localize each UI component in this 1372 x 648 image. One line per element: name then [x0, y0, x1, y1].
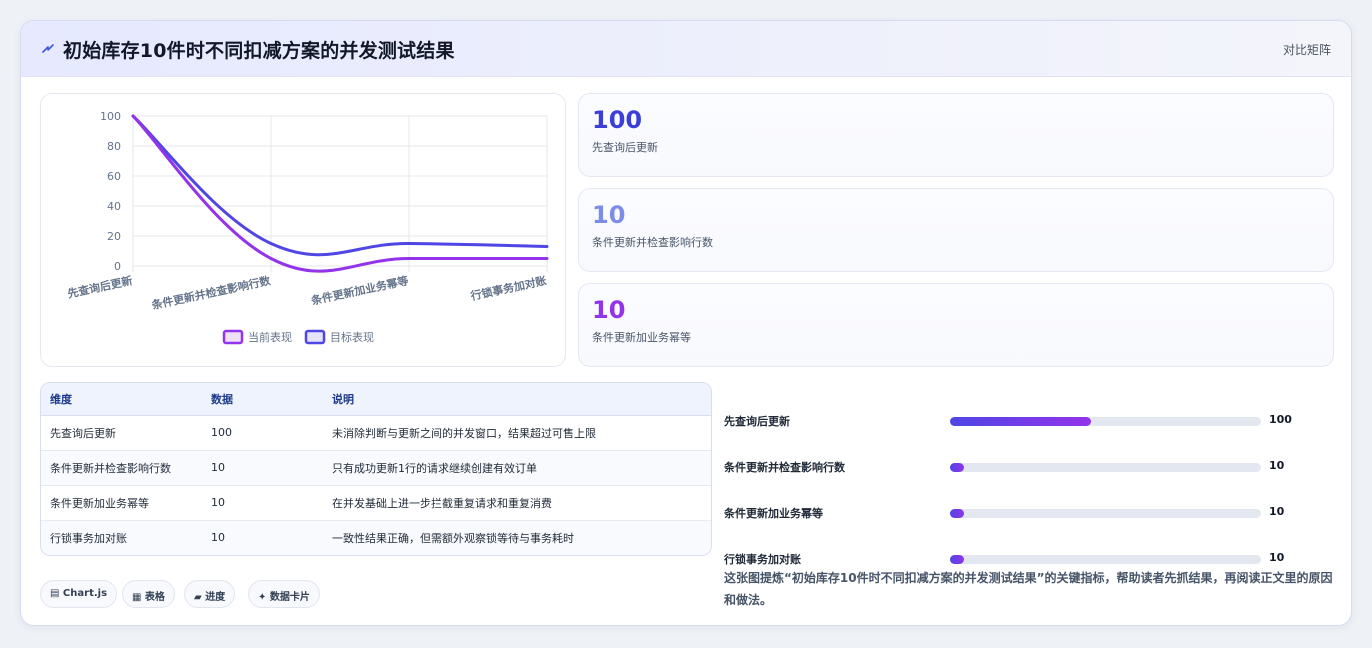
series-line	[131, 114, 549, 257]
table-header-cell: 数据	[202, 383, 323, 416]
y-tick-label: 40	[107, 200, 121, 213]
stat-card: 10 条件更新并检查影响行数	[578, 188, 1334, 272]
y-tick-label: 0	[114, 260, 121, 273]
result-card: 初始库存10件时不同扣减方案的并发测试结果 对比矩阵 0 20 40 60 80 100 先…	[20, 20, 1352, 626]
legend-swatch	[304, 329, 326, 345]
y-tick-label: 80	[107, 140, 121, 153]
table-cell: 10	[202, 449, 323, 485]
legend-label: 当前表现	[248, 330, 292, 344]
progress-list: 先查询后更新 100 条件更新并检查影响行数 10 条件更新加业务幂等 10 行锁事务加对账…	[724, 382, 1334, 566]
stat-value: 100	[592, 106, 643, 134]
stat-card: 100 先查询后更新	[578, 93, 1334, 177]
stat-label: 条件更新加业务幂等	[592, 331, 691, 344]
tag-chip[interactable]: ▦ 表格	[122, 580, 175, 608]
x-tick-label: 行锁事务加对账	[468, 273, 547, 303]
stat-card: 10 条件更新加业务幂等	[578, 283, 1334, 367]
table-row: 条件更新并检查影响行数 10 只有成功更新1行的请求继续创建有效订单	[41, 449, 711, 485]
table-cell: 10	[202, 484, 323, 520]
x-tick-label: 条件更新并检查影响行数	[149, 273, 272, 312]
table-row: 先查询后更新 100 未消除判断与更新之间的并发窗口，结果超过可售上限	[41, 415, 711, 450]
legend-label: 目标表现	[330, 330, 374, 344]
progress-value: 10	[1269, 505, 1285, 518]
series-line	[131, 114, 549, 273]
tag-chip[interactable]: ✦ 数据卡片	[248, 580, 320, 608]
progress-track	[950, 417, 1261, 426]
table-header-row: 维度 数据 说明	[41, 383, 711, 416]
table-cell: 100	[211, 426, 232, 439]
stat-value: 10	[592, 296, 626, 324]
table-cell: 一致性结果正确，但需额外观察锁等待与事务耗时	[323, 519, 711, 555]
line-chart: 0 20 40 60 80 100 先查询后更新 条件更新并检查影响行数 条件更新加业务幂等 行锁…	[66, 110, 549, 345]
progress-track	[950, 509, 1261, 518]
y-tick-label: 20	[107, 230, 121, 243]
progress-value: 100	[1269, 413, 1292, 426]
progress-row: 先查询后更新 100	[724, 410, 1334, 430]
progress-row: 条件更新加业务幂等 10	[724, 502, 1334, 522]
stat-value: 10	[592, 201, 626, 229]
table-cell: 10	[202, 519, 323, 555]
x-tick-label: 条件更新加业务幂等	[309, 273, 410, 307]
progress-track	[950, 555, 1261, 564]
progress-row: 行锁事务加对账 10	[724, 548, 1334, 568]
table-row: 行锁事务加对账 10 一致性结果正确，但需额外观察锁等待与事务耗时	[41, 519, 711, 555]
table-cell: 在并发基础上进一步拦截重复请求和重复消费	[323, 484, 711, 520]
table-cell: 行锁事务加对账	[41, 519, 202, 555]
compare-matrix-link[interactable]: 对比矩阵	[1283, 41, 1331, 58]
data-table-panel: 维度 数据 说明 先查询后更新 100 未消除判断与更新之间的并发窗口，结果超过…	[40, 382, 712, 556]
y-tick-label: 60	[107, 170, 121, 183]
page-title: 初始库存10件时不同扣减方案的并发测试结果	[63, 40, 455, 62]
progress-fill	[950, 417, 1092, 426]
legend-swatch	[222, 329, 244, 345]
table-cell: 条件更新并检查影响行数	[41, 449, 202, 485]
progress-label: 条件更新并检查影响行数	[724, 461, 845, 474]
card-header: 初始库存10件时不同扣减方案的并发测试结果 对比矩阵	[21, 21, 1351, 77]
table-row: 条件更新加业务幂等 10 在并发基础上进一步拦截重复请求和重复消费	[41, 484, 711, 520]
y-tick-label: 100	[100, 110, 121, 123]
table-cell: 未消除判断与更新之间的并发窗口，结果超过可售上限	[332, 426, 596, 440]
progress-fill	[950, 555, 965, 564]
progress-value: 10	[1269, 459, 1285, 472]
table-header-cell: 说明	[323, 383, 711, 416]
stat-label: 先查询后更新	[592, 141, 658, 154]
stat-label: 条件更新并检查影响行数	[592, 236, 713, 249]
line-chart-panel: 0 20 40 60 80 100 先查询后更新 条件更新并检查影响行数 条件更新加业务幂等 行锁…	[40, 93, 566, 367]
table-cell: 先查询后更新	[50, 426, 116, 440]
progress-fill	[950, 463, 965, 472]
progress-row: 条件更新并检查影响行数 10	[724, 456, 1334, 476]
progress-label: 行锁事务加对账	[724, 553, 801, 566]
lightning-icon	[42, 44, 54, 53]
table-cell: 条件更新加业务幂等	[41, 484, 202, 520]
progress-value: 10	[1269, 551, 1285, 564]
progress-fill	[950, 509, 965, 518]
x-tick-label: 先查询后更新	[66, 273, 133, 300]
table-header-cell: 维度	[41, 383, 202, 416]
data-table: 维度 数据 说明 先查询后更新 100 未消除判断与更新之间的并发窗口，结果超过…	[41, 383, 711, 555]
chart-description: 这张图提炼“初始库存10件时不同扣减方案的并发测试结果”的关键指标，帮助读者先抓…	[724, 571, 1333, 607]
tag-chip[interactable]: ▤ Chart.js	[40, 580, 118, 608]
table-cell: 只有成功更新1行的请求继续创建有效订单	[323, 449, 711, 485]
tag-chip[interactable]: ▰ 进度	[184, 580, 236, 608]
progress-track	[950, 463, 1261, 472]
progress-label: 先查询后更新	[724, 415, 790, 428]
progress-label: 条件更新加业务幂等	[724, 507, 823, 520]
